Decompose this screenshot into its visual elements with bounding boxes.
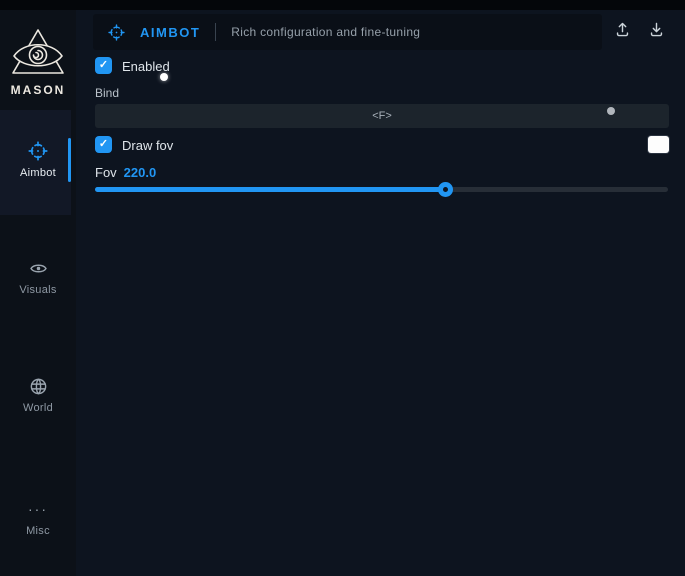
- page-subtitle: Rich configuration and fine-tuning: [231, 25, 420, 39]
- brand-name: MASON: [11, 83, 66, 97]
- import-config-button[interactable]: [644, 20, 668, 44]
- slider-handle-dot: [443, 187, 448, 192]
- fov-value-row: Fov 220.0: [95, 165, 156, 180]
- sidebar-item-label: World: [23, 402, 53, 414]
- header-divider: [215, 23, 216, 41]
- check-icon: ✓: [99, 60, 108, 71]
- indicator-dot: [607, 107, 615, 115]
- fov-label: Fov: [95, 165, 117, 180]
- crosshair-icon: [108, 24, 125, 41]
- sidebar-item-visuals[interactable]: Visuals: [0, 258, 76, 296]
- fov-slider-fill: [95, 187, 445, 192]
- fov-color-swatch[interactable]: [648, 136, 669, 153]
- draw-fov-label: Draw fov: [122, 138, 173, 153]
- fov-value: 220.0: [124, 165, 157, 180]
- ellipsis-icon: ···: [28, 499, 48, 519]
- upload-icon: [614, 21, 631, 43]
- sidebar-item-world[interactable]: World: [0, 376, 76, 414]
- eye-icon: [29, 258, 48, 278]
- export-config-button[interactable]: [610, 20, 634, 44]
- sidebar-item-label: Visuals: [19, 284, 56, 296]
- top-strip: [0, 0, 685, 10]
- page-header: AIMBOT Rich configuration and fine-tunin…: [93, 14, 602, 50]
- sidebar-item-misc[interactable]: ··· Misc: [0, 499, 76, 537]
- check-icon: ✓: [99, 139, 108, 150]
- page-title: AIMBOT: [140, 25, 200, 40]
- sidebar-item-label: Misc: [26, 525, 50, 537]
- sidebar-item-label: Aimbot: [20, 167, 56, 179]
- sidebar: MASON Aimbot Visuals: [0, 10, 76, 576]
- bind-label: Bind: [95, 86, 119, 100]
- download-icon: [648, 21, 665, 43]
- fov-slider[interactable]: [95, 187, 668, 192]
- enabled-checkbox[interactable]: ✓: [95, 57, 112, 74]
- draw-fov-checkbox[interactable]: ✓: [95, 136, 112, 153]
- mason-logo-icon: [10, 28, 66, 76]
- fov-slider-handle[interactable]: [438, 182, 453, 197]
- crosshair-icon: [28, 141, 48, 161]
- bind-input[interactable]: <F>: [95, 104, 669, 128]
- mouse-cursor-dot: [160, 73, 168, 81]
- globe-icon: [29, 376, 48, 396]
- sidebar-item-aimbot[interactable]: Aimbot: [0, 141, 76, 179]
- brand: MASON: [0, 28, 76, 97]
- enabled-label: Enabled: [122, 59, 170, 74]
